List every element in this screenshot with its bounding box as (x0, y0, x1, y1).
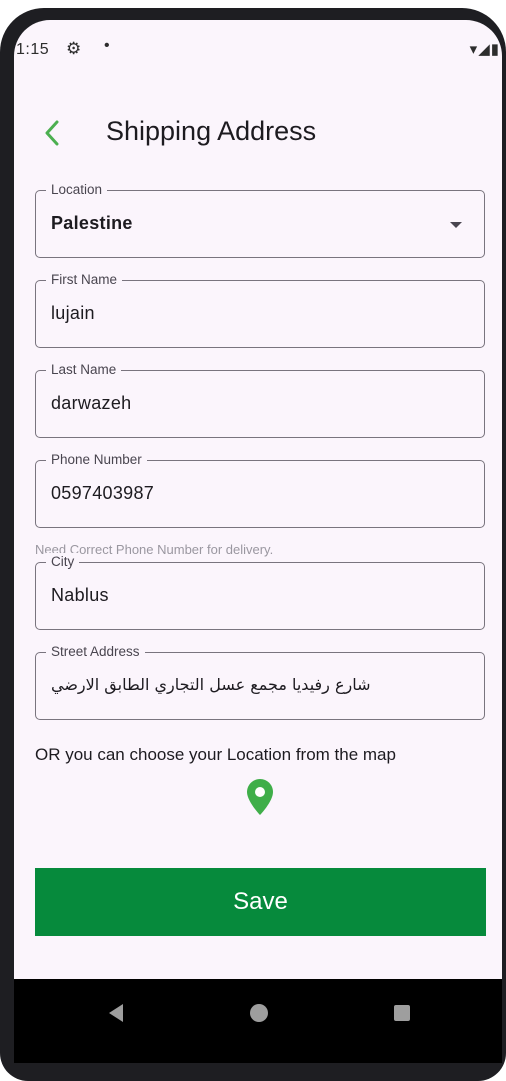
street-address-field[interactable]: Street Address شارع رفيديا مجمع عسل التج… (35, 643, 485, 720)
status-bar: 1:15 ⚙ • ▾◢▮ (14, 20, 502, 76)
settings-gear-icon: ⚙ (66, 39, 82, 58)
status-time: 1:15 (16, 41, 50, 58)
street-address-value: شارع رفيديا مجمع عسل التجاري الطابق الار… (51, 675, 371, 694)
last-name-label: Last Name (46, 361, 122, 379)
nav-home-icon[interactable] (250, 1004, 268, 1022)
location-pin-icon[interactable] (246, 778, 274, 816)
first-name-value: lujain (51, 303, 95, 323)
notification-dot-icon: • (104, 37, 110, 54)
first-name-label: First Name (46, 271, 123, 289)
phone-number-field[interactable]: Phone Number 0597403987 (35, 451, 485, 528)
chevron-left-icon[interactable] (38, 116, 66, 150)
city-label: City (46, 553, 80, 571)
location-label: Location (46, 181, 108, 199)
dropdown-arrow-icon (450, 222, 462, 228)
nav-recents-icon[interactable] (394, 1005, 410, 1021)
phone-number-value: 0597403987 (51, 483, 155, 503)
screen: 1:15 ⚙ • ▾◢▮ Shipping Address Location P… (14, 20, 502, 1063)
location-value: Palestine (51, 213, 133, 233)
first-name-field[interactable]: First Name lujain (35, 271, 485, 348)
nav-back-icon[interactable] (109, 1004, 123, 1022)
last-name-value: darwazeh (51, 393, 132, 413)
city-value: Nablus (51, 585, 109, 605)
map-hint-text: OR you can choose your Location from the… (35, 745, 396, 764)
page-title: Shipping Address (106, 116, 317, 146)
last-name-field[interactable]: Last Name darwazeh (35, 361, 485, 438)
street-address-label: Street Address (46, 643, 145, 661)
location-dropdown[interactable]: Location Palestine (35, 181, 485, 258)
navigation-bar (14, 979, 502, 1063)
phone-number-label: Phone Number (46, 451, 147, 469)
app-frame: 1:15 ⚙ • ▾◢▮ Shipping Address Location P… (0, 0, 506, 1081)
city-field[interactable]: City Nablus (35, 553, 485, 630)
save-button[interactable]: Save (35, 868, 486, 936)
signal-battery-icons: ▾◢▮ (469, 41, 500, 58)
